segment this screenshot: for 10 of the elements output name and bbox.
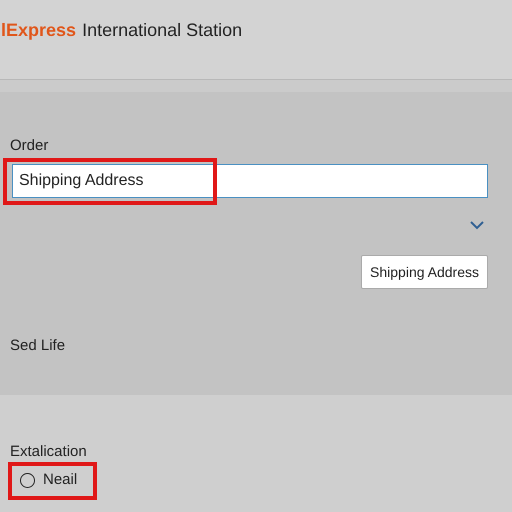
radio-label: Neail	[43, 470, 78, 490]
field-label: Order	[10, 137, 50, 155]
brand-logo: lExpress	[1, 19, 76, 42]
group-label: Extalication	[10, 443, 88, 461]
section-text: Sed Life	[10, 336, 66, 356]
site-title: International Station	[82, 19, 242, 42]
radio-button[interactable]	[20, 472, 35, 488]
shipping-address-button[interactable]: Shipping Address	[361, 255, 488, 289]
input-field[interactable]: Shipping Address	[12, 164, 488, 198]
chevron-icon[interactable]	[469, 220, 485, 230]
